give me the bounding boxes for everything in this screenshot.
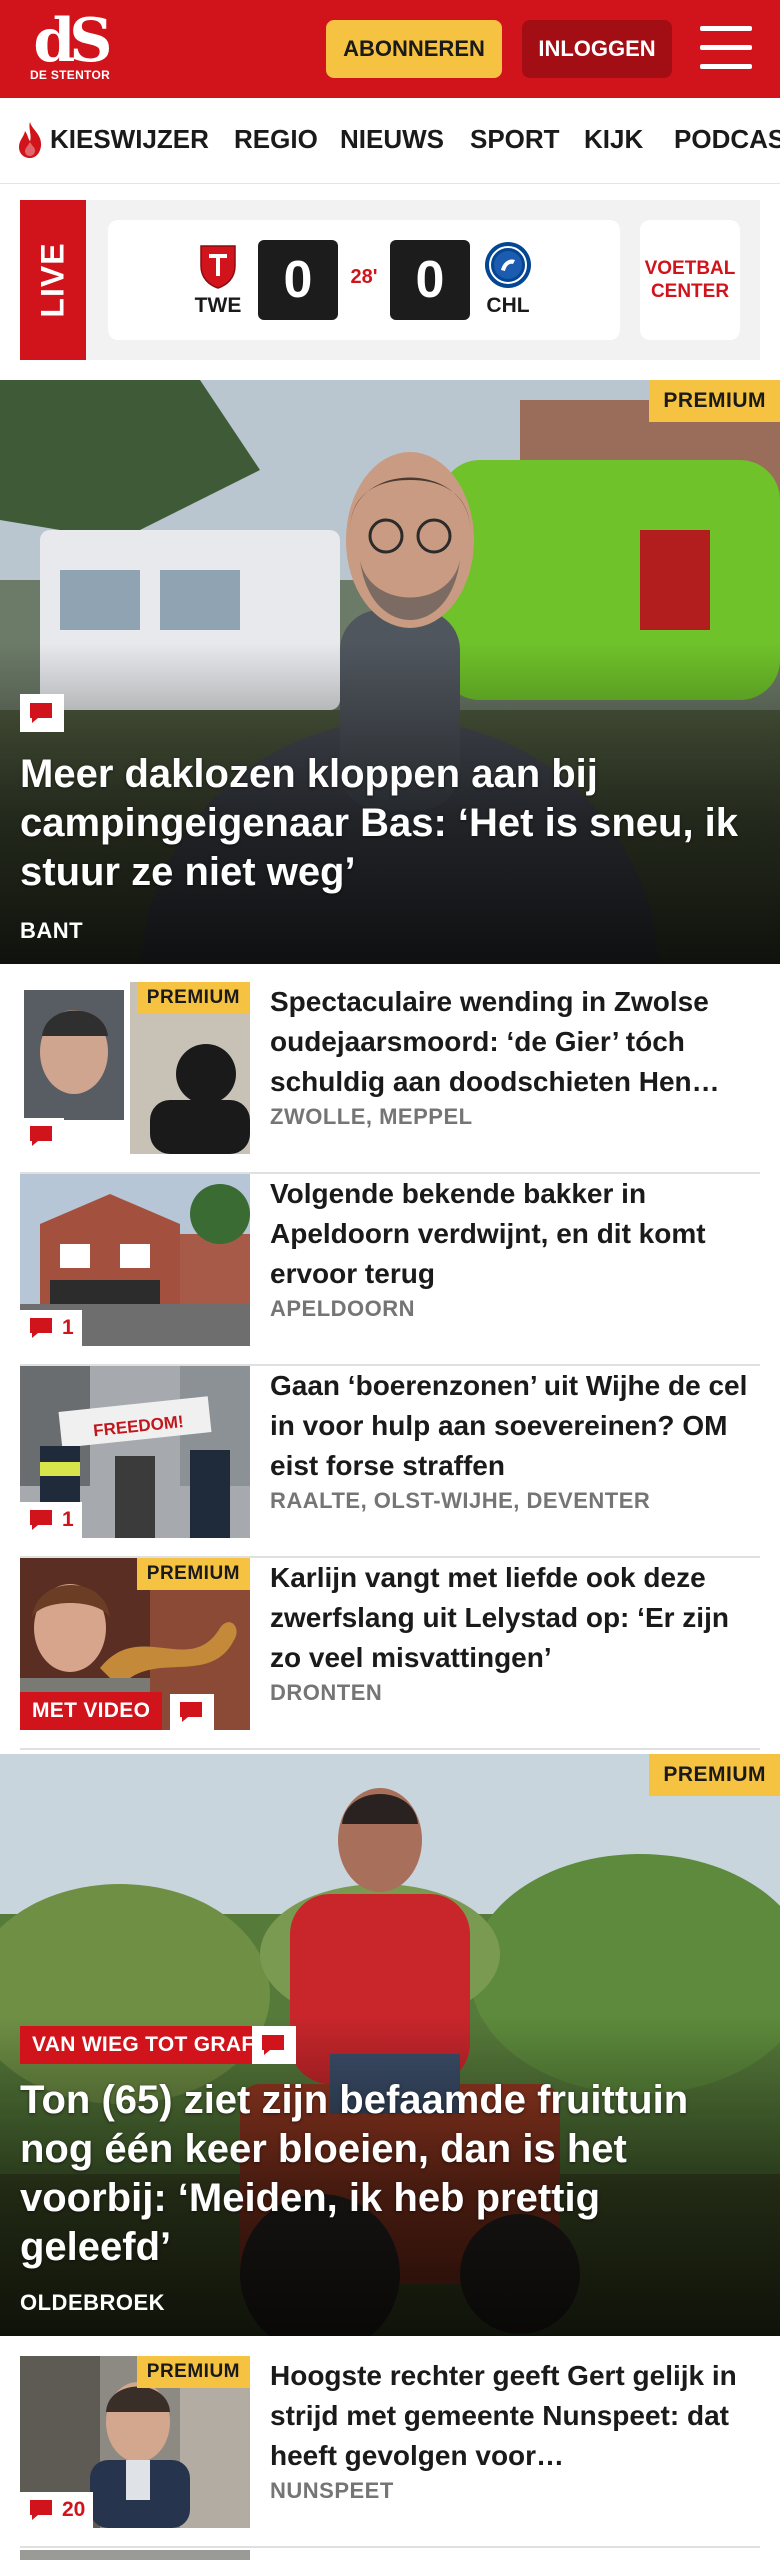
comment-badge bbox=[20, 1118, 64, 1154]
series-tag[interactable]: VAN WIEG TOT GRAF bbox=[20, 2026, 267, 2064]
video-badge: MET VIDEO bbox=[20, 1692, 163, 1730]
main-navigation: KIESWIJZER REGIO NIEUWS SPORT KIJK PODCA… bbox=[0, 98, 780, 184]
match-minute: 28' bbox=[350, 266, 378, 288]
hero-article-daklozen[interactable]: PREMIUM Meer daklozen kloppen aan bij ca… bbox=[0, 380, 780, 964]
live-score-widget: LIVE TWE 0 28' 0 CHL VOETBAL CENTER bbox=[20, 200, 760, 360]
comment-icon bbox=[30, 1318, 52, 1338]
article-row[interactable]: PREMIUM 20 Hoogste rechter geeft Gert ge… bbox=[20, 2356, 760, 2548]
article-title[interactable]: Volgende bekende bakker in Apeldoorn ver… bbox=[270, 1174, 760, 1294]
article-row[interactable]: 1 Volgende bekende bakker in Apeldoorn v… bbox=[20, 1174, 760, 1366]
hero-location: OLDEBROEK bbox=[20, 2290, 166, 2315]
hero-title[interactable]: Ton (65) ziet zijn befaamde fruittuin no… bbox=[20, 2076, 760, 2272]
comment-icon bbox=[30, 2500, 52, 2520]
premium-badge: PREMIUM bbox=[136, 2356, 250, 2388]
match-card[interactable]: TWE 0 28' 0 CHL bbox=[108, 220, 620, 340]
comment-count: 1 bbox=[62, 1508, 74, 1531]
article-thumbnail: FREEDOM! 1 bbox=[20, 1366, 250, 1538]
hero-article-fruittuin[interactable]: PREMIUM VAN WIEG TOT GRAF Ton (65) ziet … bbox=[0, 1754, 780, 2336]
flame-icon bbox=[19, 122, 42, 158]
article-thumbnail: PREMIUM MET VIDEO bbox=[20, 1558, 250, 1730]
premium-badge: PREMIUM bbox=[649, 380, 780, 422]
nav-item-sport[interactable]: SPORT bbox=[470, 124, 560, 155]
article-row[interactable]: PREMIUM Spectaculaire wending in Zwolse … bbox=[20, 982, 760, 1174]
premium-badge: PREMIUM bbox=[136, 982, 250, 1014]
comment-icon bbox=[30, 703, 52, 723]
voetbal-center-button[interactable]: VOETBAL CENTER bbox=[640, 220, 740, 340]
article-thumbnail: PREMIUM 20 bbox=[20, 2356, 250, 2528]
comment-icon bbox=[30, 1510, 52, 1530]
next-article-thumbnail bbox=[20, 2550, 250, 2560]
article-location: ZWOLLE, MEPPEL bbox=[270, 1104, 473, 1129]
login-button[interactable]: INLOGGEN bbox=[522, 20, 672, 78]
comment-badge: 20 bbox=[20, 2492, 94, 2528]
comment-icon bbox=[30, 1126, 52, 1146]
article-title[interactable]: Karlijn vangt met liefde ook deze zwerfs… bbox=[270, 1558, 760, 1678]
away-score: 0 bbox=[390, 240, 470, 320]
hero-location: BANT bbox=[20, 918, 84, 943]
article-thumbnail: PREMIUM bbox=[20, 982, 250, 1154]
comment-icon bbox=[262, 2035, 284, 2055]
logo-subtitle: DE STENTOR bbox=[29, 68, 111, 82]
hero-title[interactable]: Meer daklozen kloppen aan bij campingeig… bbox=[20, 750, 760, 897]
comment-badge bbox=[252, 2026, 296, 2064]
article-location: NUNSPEET bbox=[270, 2478, 394, 2503]
comment-badge bbox=[20, 694, 64, 732]
home-team-code: TWE bbox=[194, 294, 242, 317]
comment-badge: 1 bbox=[20, 1502, 82, 1538]
article-title[interactable]: Spectaculaire wending in Zwolse oudejaar… bbox=[270, 982, 760, 1102]
article-thumbnail: 1 bbox=[20, 1174, 250, 1346]
subscribe-button[interactable]: ABONNEREN bbox=[326, 20, 502, 78]
comment-count: 20 bbox=[62, 2498, 86, 2521]
logo-mark: dS bbox=[33, 6, 112, 76]
nav-item-podcast[interactable]: PODCAS bbox=[674, 124, 780, 155]
comment-badge bbox=[170, 1694, 214, 1730]
comment-count: 1 bbox=[62, 1316, 74, 1339]
menu-icon[interactable] bbox=[700, 26, 752, 70]
away-team-code: CHL bbox=[486, 294, 530, 317]
away-team: CHL bbox=[478, 240, 538, 318]
article-row[interactable]: FREEDOM! 1 Gaan ‘boerenzonen’ uit Wijhe … bbox=[20, 1366, 760, 1558]
nav-item-nieuws[interactable]: NIEUWS bbox=[340, 124, 444, 155]
premium-badge: PREMIUM bbox=[649, 1754, 780, 1796]
article-title[interactable]: Hoogste rechter geeft Gert gelijk in str… bbox=[270, 2356, 760, 2476]
comment-badge: 1 bbox=[20, 1310, 82, 1346]
nav-item-kieswijzer[interactable]: KIESWIJZER bbox=[50, 124, 209, 155]
article-location: RAALTE, OLST-WIJHE, DEVENTER bbox=[270, 1488, 651, 1513]
live-label: LIVE bbox=[34, 242, 71, 318]
article-location: DRONTEN bbox=[270, 1680, 383, 1705]
comment-icon bbox=[180, 1702, 202, 1722]
nav-item-kijk[interactable]: KIJK bbox=[584, 124, 643, 155]
site-logo[interactable]: dS DE STENTOR bbox=[28, 6, 113, 90]
article-location: APELDOORN bbox=[270, 1296, 416, 1321]
premium-badge: PREMIUM bbox=[136, 1558, 250, 1590]
home-score: 0 bbox=[258, 240, 338, 320]
home-team: TWE bbox=[188, 240, 248, 318]
article-title[interactable]: Gaan ‘boerenzonen’ uit Wijhe de cel in v… bbox=[270, 1366, 760, 1486]
twente-crest-icon bbox=[200, 245, 236, 289]
nav-item-regio[interactable]: REGIO bbox=[234, 124, 318, 155]
article-row[interactable]: PREMIUM MET VIDEO Karlijn vangt met lief… bbox=[20, 1558, 760, 1750]
top-header: dS DE STENTOR ABONNEREN INLOGGEN bbox=[0, 0, 780, 98]
live-tab: LIVE bbox=[20, 200, 86, 360]
chelsea-crest-icon bbox=[485, 242, 531, 288]
